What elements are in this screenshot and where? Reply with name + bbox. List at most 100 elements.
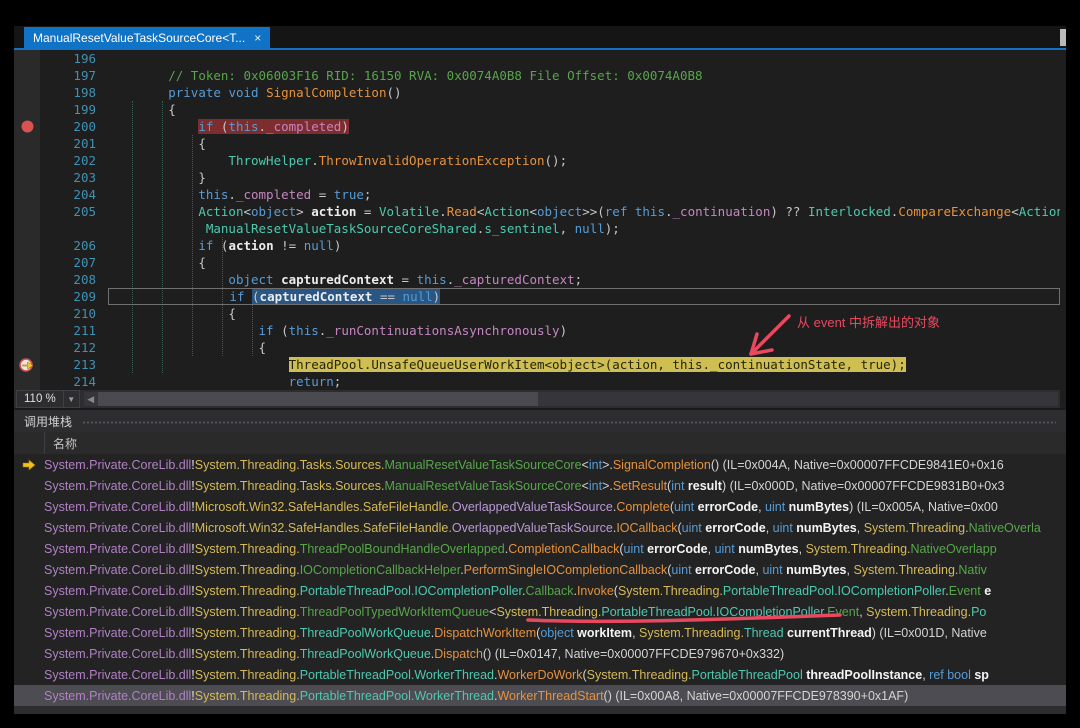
line-number: 209 — [73, 289, 96, 304]
code-line[interactable]: 205 Action<object> action = Volatile.Rea… — [14, 203, 1060, 220]
callstack-frame-row[interactable]: System.Private.CoreLib.dll!System.Thread… — [14, 538, 1066, 559]
line-number: 206 — [73, 238, 96, 253]
code-line[interactable]: 199 { — [14, 101, 1060, 118]
code-line[interactable]: 212 { — [14, 339, 1060, 356]
line-number: 196 — [73, 51, 96, 66]
code-line[interactable]: 214 return; — [14, 373, 1060, 390]
code-line[interactable]: 201 { — [14, 135, 1060, 152]
horizontal-scrollbar[interactable]: ◀ — [83, 392, 1058, 406]
code-text: { — [168, 102, 176, 117]
breakpoint-gutter — [14, 288, 40, 305]
breakpoint-gutter — [14, 101, 40, 118]
zoom-level-combo[interactable]: 110 % — [16, 390, 64, 408]
callstack-frame-row[interactable]: System.Private.CoreLib.dll!System.Thread… — [14, 559, 1066, 580]
callstack-frame-row[interactable]: System.Private.CoreLib.dll!System.Thread… — [14, 580, 1066, 601]
code-line[interactable]: 207 { — [14, 254, 1060, 271]
code-line[interactable]: 204 this._completed = true; — [14, 186, 1060, 203]
dnspy-window: ManualResetValueTaskSourceCore<T... × 19… — [14, 26, 1066, 714]
breakpoint-gutter — [14, 135, 40, 152]
line-number: 203 — [73, 170, 96, 185]
frame-text: System.Private.CoreLib.dll!System.Thread… — [44, 457, 1004, 472]
code-text: { — [198, 255, 206, 270]
code-text: ThrowHelper.ThrowInvalidOperationExcepti… — [228, 153, 568, 168]
line-number: 208 — [73, 272, 96, 287]
breakpoint-gutter — [14, 67, 40, 84]
code-text: if (capturedContext == null) — [108, 288, 1060, 305]
code-text: ManualResetValueTaskSourceCoreShared.s_s… — [205, 221, 620, 236]
code-line[interactable]: 202 ThrowHelper.ThrowInvalidOperationExc… — [14, 152, 1060, 169]
line-number — [40, 220, 108, 237]
editor-bottom-bar: 110 % ▼ ◀ — [14, 390, 1060, 408]
line-number: 198 — [73, 85, 96, 100]
frame-text: System.Private.CoreLib.dll!System.Thread… — [44, 625, 987, 640]
panel-drag-texture — [82, 418, 1056, 424]
code-line[interactable]: 203 } — [14, 169, 1060, 186]
code-line[interactable]: 208 object capturedContext = this._captu… — [14, 271, 1060, 288]
code-text: this._completed = true; — [198, 187, 372, 202]
zoom-dropdown-icon[interactable]: ▼ — [63, 390, 80, 408]
callstack-rows: System.Private.CoreLib.dll!System.Thread… — [14, 454, 1066, 706]
code-line[interactable]: 213 ThreadPool.UnsafeQueueUserWorkItem<o… — [14, 356, 1060, 373]
code-line[interactable]: ManualResetValueTaskSourceCoreShared.s_s… — [14, 220, 1060, 237]
code-editor[interactable]: 196 197 // Token: 0x06003F16 RID: 16150 R… — [14, 50, 1060, 390]
frame-text: System.Private.CoreLib.dll!System.Thread… — [44, 478, 1005, 493]
code-line[interactable]: 198 private void SignalCompletion() — [14, 84, 1060, 101]
code-text: { — [258, 340, 267, 355]
callstack-panel-title: 调用堆栈 — [14, 410, 1066, 432]
tab-bar: ManualResetValueTaskSourceCore<T... × — [14, 26, 1066, 48]
code-line[interactable]: 200 if (this._completed) — [14, 118, 1060, 135]
code-text: private void SignalCompletion() — [168, 85, 402, 100]
breakpoint-gutter — [14, 237, 40, 254]
callstack-frame-row[interactable]: System.Private.CoreLib.dll!Microsoft.Win… — [14, 517, 1066, 538]
callstack-header-gutter — [14, 432, 44, 454]
code-line[interactable]: 197 // Token: 0x06003F16 RID: 16150 RVA:… — [14, 67, 1060, 84]
tab-title: ManualResetValueTaskSourceCore<T... — [33, 30, 246, 45]
callstack-column-name[interactable]: 名称 — [44, 432, 1066, 454]
code-text: { — [198, 136, 206, 151]
line-number: 202 — [73, 153, 96, 168]
callstack-frame-row[interactable]: System.Private.CoreLib.dll!System.Thread… — [14, 685, 1066, 706]
line-number: 197 — [73, 68, 96, 83]
callstack-header: 名称 — [14, 432, 1066, 455]
code-text: object capturedContext = this._capturedC… — [228, 272, 583, 287]
frame-text: System.Private.CoreLib.dll!System.Thread… — [44, 562, 987, 577]
breakpoint-icon[interactable] — [14, 118, 40, 135]
breakpoint-gutter — [14, 322, 40, 339]
callstack-frame-row[interactable]: System.Private.CoreLib.dll!System.Thread… — [14, 454, 1066, 475]
code-line[interactable]: 209 if (capturedContext == null) — [14, 288, 1060, 305]
annotation-text: 从 event 中拆解出的对象 — [797, 315, 941, 330]
code-line[interactable]: 206 if (action != null) — [14, 237, 1060, 254]
close-icon[interactable]: × — [254, 31, 261, 45]
code-text: if (action != null) — [198, 238, 342, 253]
callstack-frame-row[interactable]: System.Private.CoreLib.dll!System.Thread… — [14, 601, 1066, 622]
breakpoint-gutter — [14, 305, 40, 322]
frame-text: System.Private.CoreLib.dll!System.Thread… — [44, 667, 989, 682]
callstack-frame-row[interactable]: System.Private.CoreLib.dll!System.Thread… — [14, 664, 1066, 685]
code-text: return; — [288, 374, 342, 389]
code-text: if (this._completed) — [198, 119, 349, 134]
zoom-level-value: 110 % — [24, 393, 56, 405]
code-text: } — [198, 170, 206, 185]
breakpoint-gutter — [14, 373, 40, 390]
breakpoint-gutter — [14, 152, 40, 169]
line-number: 210 — [73, 306, 96, 321]
scrollbar-top-thumb[interactable] — [1060, 29, 1066, 46]
current-statement-icon[interactable] — [14, 356, 40, 373]
line-number: 199 — [73, 102, 96, 117]
callstack-frame-row[interactable]: System.Private.CoreLib.dll!System.Thread… — [14, 475, 1066, 496]
frame-text: System.Private.CoreLib.dll!Microsoft.Win… — [44, 520, 1041, 535]
horizontal-scrollbar-thumb[interactable] — [97, 392, 538, 406]
line-number: 205 — [73, 204, 96, 219]
callstack-frame-row[interactable]: System.Private.CoreLib.dll!Microsoft.Win… — [14, 496, 1066, 517]
breakpoint-gutter — [14, 339, 40, 356]
code-line[interactable]: 196 — [14, 50, 1060, 67]
callstack-frame-row[interactable]: System.Private.CoreLib.dll!System.Thread… — [14, 622, 1066, 643]
callstack-title-label: 调用堆栈 — [24, 414, 73, 429]
callstack-frame-row[interactable]: System.Private.CoreLib.dll!System.Thread… — [14, 643, 1066, 664]
code-text: ThreadPool.UnsafeQueueUserWorkItem<objec… — [288, 357, 906, 372]
current-frame-arrow-icon — [14, 458, 44, 471]
breakpoint-gutter — [14, 84, 40, 101]
tab-document[interactable]: ManualResetValueTaskSourceCore<T... × — [24, 27, 271, 48]
scroll-left-icon[interactable]: ◀ — [84, 394, 98, 405]
